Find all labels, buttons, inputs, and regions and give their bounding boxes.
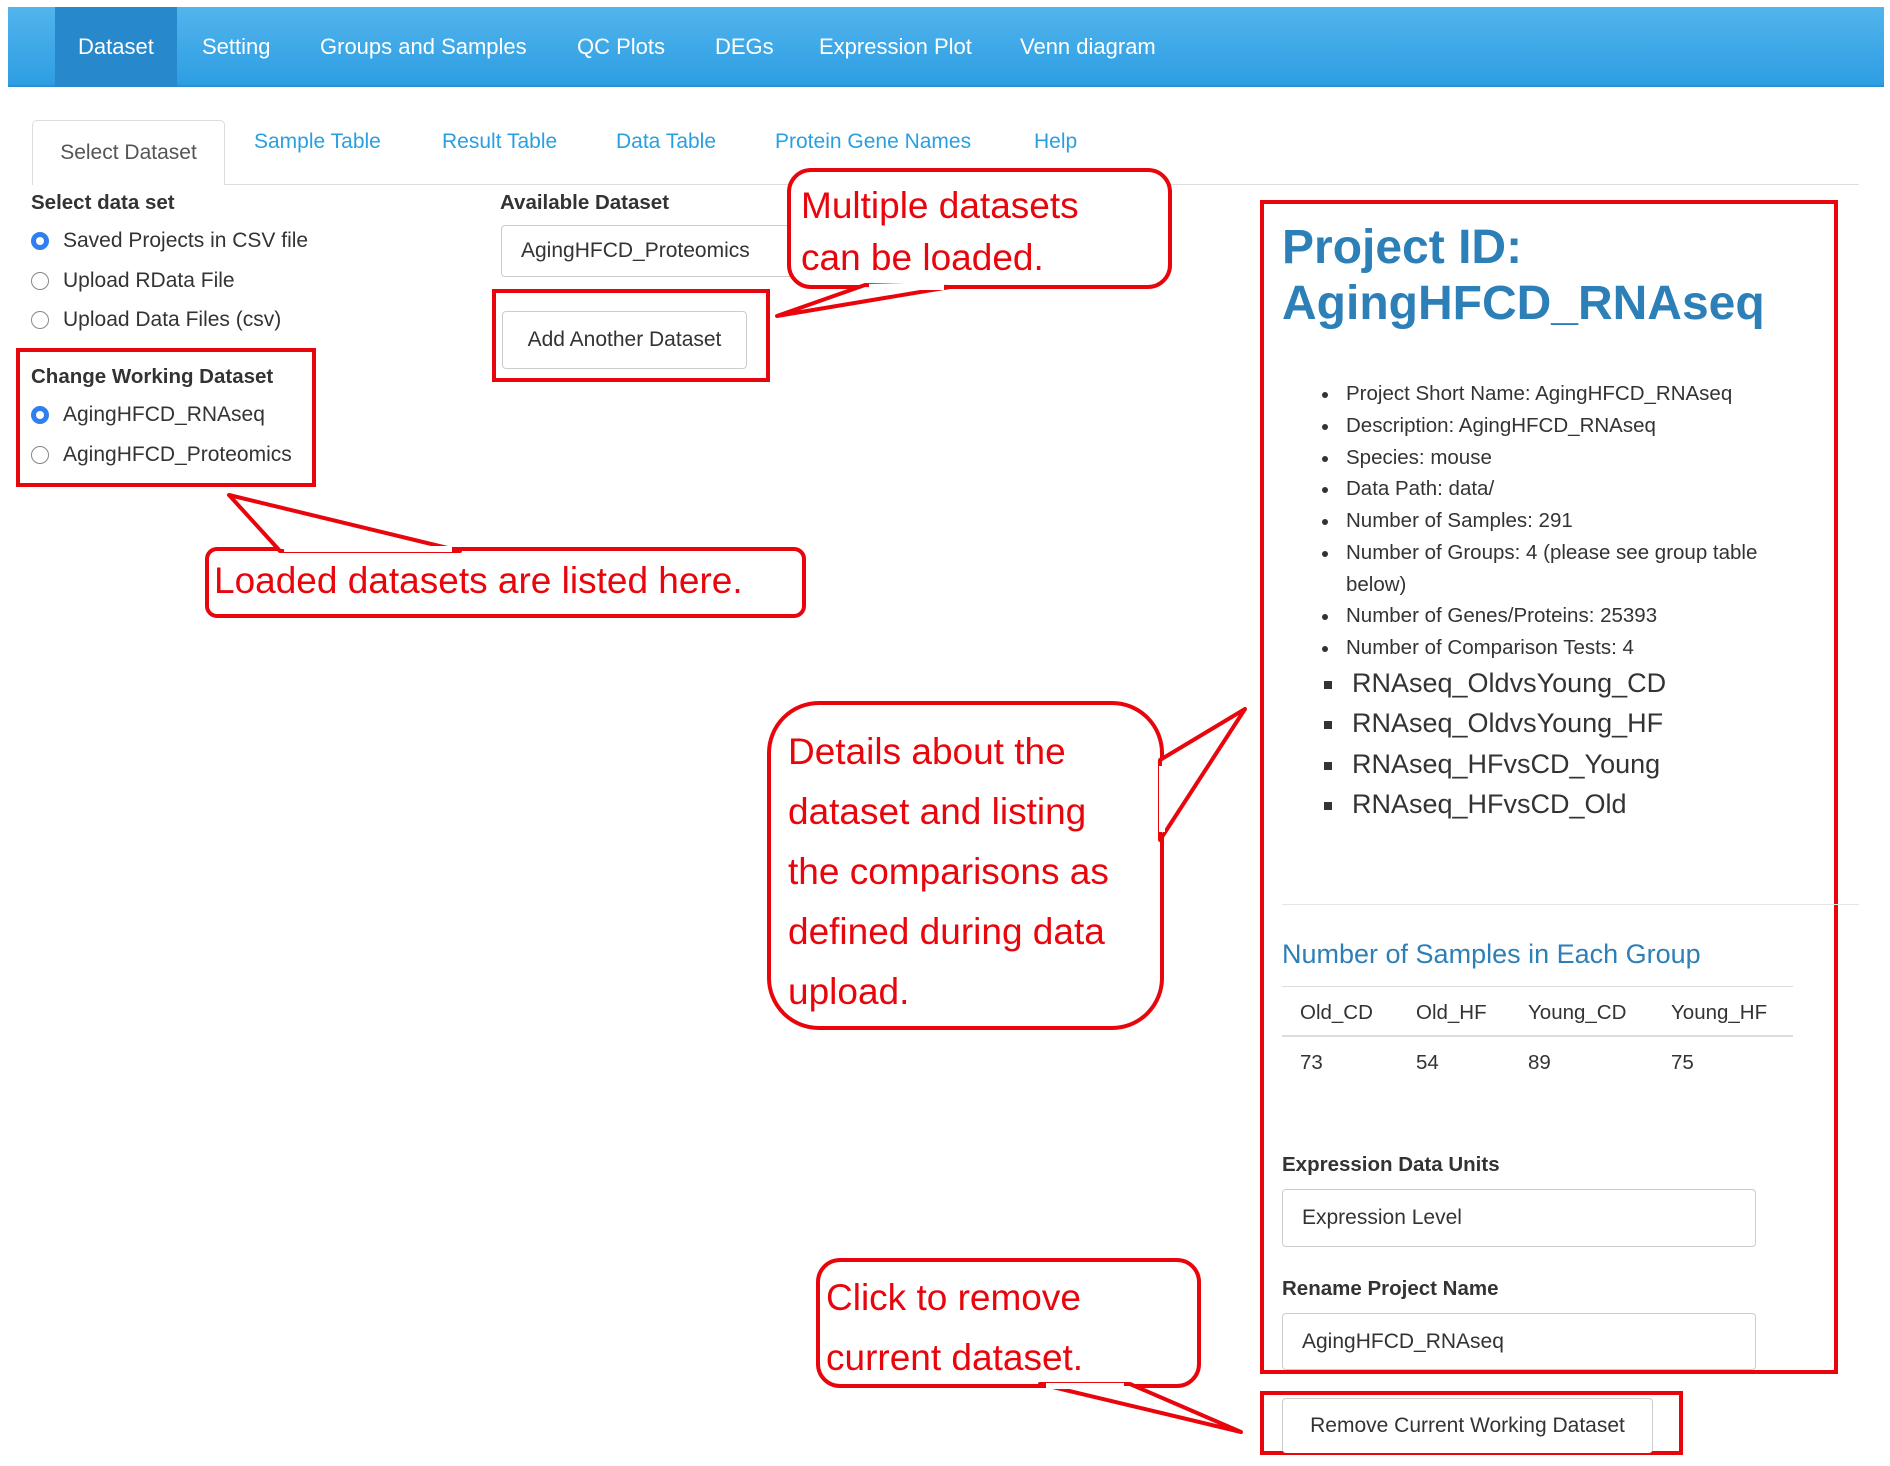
callout-details-text: Details about the dataset and listing th…: [788, 722, 1109, 1022]
callout-line: can be loaded.: [801, 237, 1044, 278]
callout-line: dataset and listing: [788, 791, 1087, 832]
callout-line: the comparisons as: [788, 851, 1109, 892]
callout-remove-text: Click to remove current dataset.: [826, 1268, 1083, 1388]
callout-multiple-text: Multiple datasets can be loaded.: [801, 180, 1079, 284]
callout-line: upload.: [788, 971, 910, 1012]
callout-line: Details about the: [788, 731, 1066, 772]
callout-loaded-text: Loaded datasets are listed here.: [214, 560, 743, 601]
callout-line: Multiple datasets: [801, 185, 1079, 226]
callout-loaded-tail: [227, 493, 462, 553]
callout-line: Click to remove: [826, 1277, 1081, 1318]
callout-line: current dataset.: [826, 1337, 1084, 1378]
callout-remove-tail: [1038, 1382, 1243, 1434]
callout-line: defined during data: [788, 911, 1105, 952]
callout-details-tail: [1158, 707, 1247, 842]
